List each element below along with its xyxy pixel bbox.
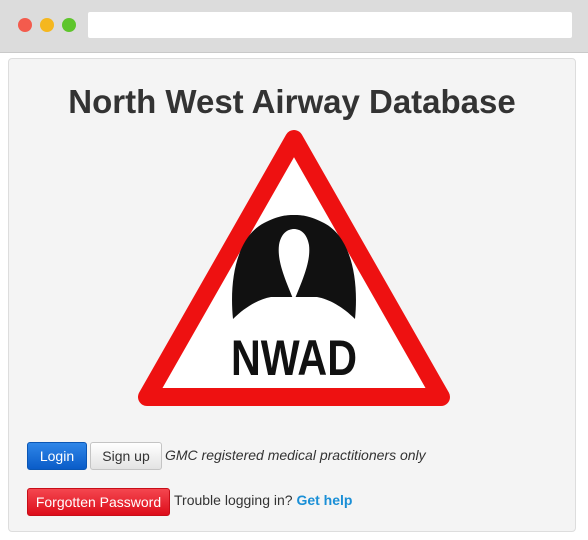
trouble-logging-in: Trouble logging in? Get help [174, 492, 352, 508]
get-help-link[interactable]: Get help [296, 492, 352, 508]
page-content: North West Airway Database NWAD Login Si… [8, 58, 576, 532]
maximize-window-button[interactable] [62, 18, 76, 32]
login-button[interactable]: Login [27, 442, 87, 470]
trouble-text: Trouble logging in? [174, 492, 293, 508]
signup-button[interactable]: Sign up [90, 442, 162, 470]
forgotten-password-button[interactable]: Forgotten Password [27, 488, 170, 516]
eligibility-note: GMC registered medical practitioners onl… [165, 447, 426, 463]
address-bar[interactable] [88, 12, 572, 38]
logo-text: NWAD [231, 330, 357, 386]
page-title: North West Airway Database [68, 83, 516, 120]
browser-chrome [0, 0, 588, 53]
minimize-window-button[interactable] [40, 18, 54, 32]
nwad-warning-logo: NWAD [138, 130, 450, 406]
close-window-button[interactable] [18, 18, 32, 32]
